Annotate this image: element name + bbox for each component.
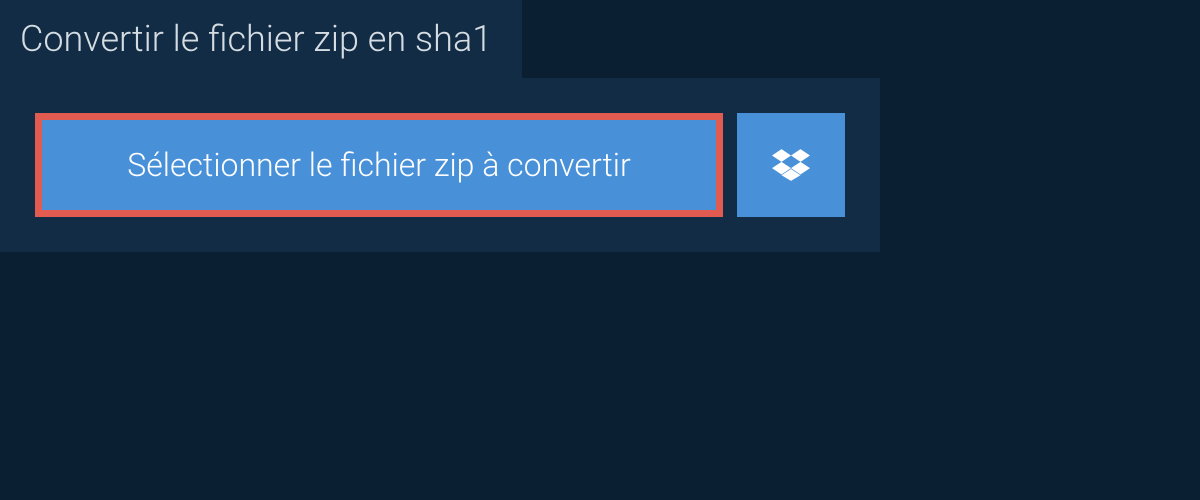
select-file-label: Sélectionner le fichier zip à convertir (127, 146, 630, 184)
button-row: Sélectionner le fichier zip à convertir (35, 113, 845, 217)
dropbox-button[interactable] (737, 113, 845, 217)
upload-panel: Sélectionner le fichier zip à convertir (0, 78, 880, 252)
page-title: Convertir le fichier zip en sha1 (0, 0, 522, 78)
dropbox-icon (772, 146, 810, 184)
select-file-button[interactable]: Sélectionner le fichier zip à convertir (35, 113, 723, 217)
